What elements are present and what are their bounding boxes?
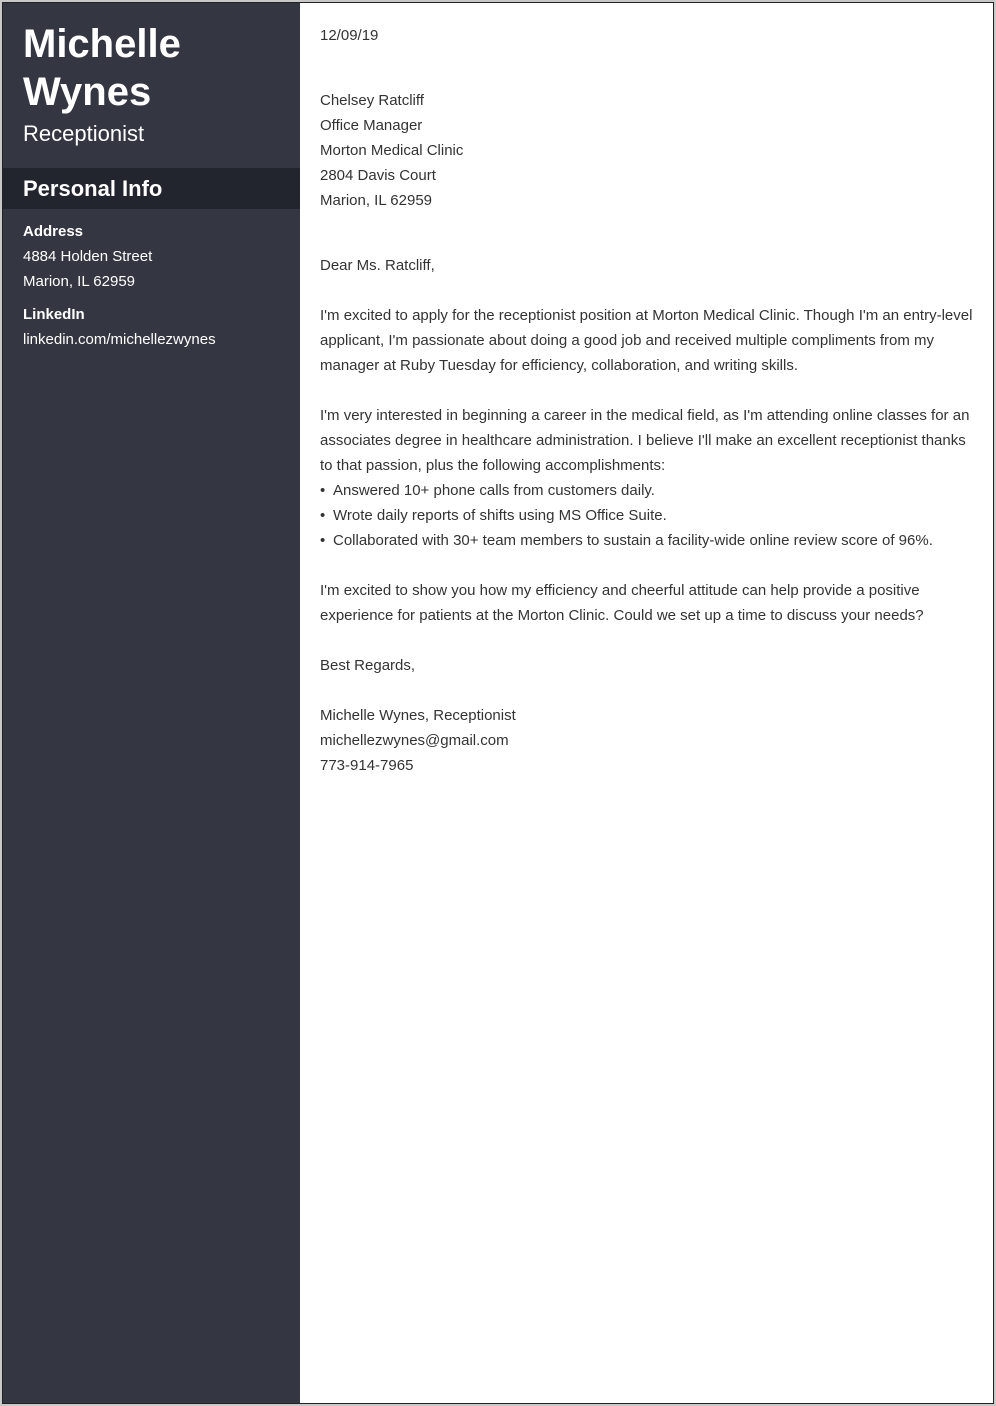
address-line-1: 4884 Holden Street (23, 248, 153, 265)
letter-content: 12/09/19 Chelsey Ratcliff Office Manager… (320, 23, 980, 778)
bullet-icon: • (320, 532, 326, 549)
paragraph-closing: I'm excited to show you how my efficienc… (320, 582, 924, 624)
recipient-city: Marion, IL 62959 (320, 192, 433, 209)
recipient-block: Chelsey Ratcliff Office Manager Morton M… (320, 88, 980, 213)
linkedin-group: LinkedIn linkedin.com/michellezwynes (23, 302, 288, 352)
cover-letter-page: Michelle Wynes Receptionist Personal Inf… (2, 2, 994, 1404)
bullet-text: Wrote daily reports of shifts using MS O… (333, 507, 667, 524)
applicant-job-title: Receptionist (23, 121, 145, 146)
personal-info-title: Personal Info (23, 176, 163, 201)
closing: Best Regards, (320, 657, 416, 674)
paragraph-interest: I'm very interested in beginning a caree… (320, 407, 970, 474)
recipient-name: Chelsey Ratcliff (320, 92, 424, 109)
personal-info: Address 4884 Holden Street Marion, IL 62… (23, 219, 288, 360)
sidebar: Michelle Wynes Receptionist Personal Inf… (3, 3, 300, 1403)
signature-email[interactable]: michellezwynes@gmail.com (320, 728, 980, 753)
signature-name: Michelle Wynes, Receptionist (320, 707, 516, 724)
address-line-2: Marion, IL 62959 (23, 273, 136, 290)
salutation: Dear Ms. Ratcliff, (320, 257, 435, 274)
signature-block: Michelle Wynes, Receptionist michellezwy… (320, 703, 980, 778)
signature-phone: 773-914-7965 (320, 757, 414, 774)
bullet-text: Collaborated with 30+ team members to su… (333, 532, 933, 549)
applicant-first-name: Michelle (23, 22, 181, 66)
linkedin-label: LinkedIn (23, 306, 85, 323)
address-group: Address 4884 Holden Street Marion, IL 62… (23, 219, 288, 294)
bullet-icon: • (320, 482, 326, 499)
applicant-name: Michelle Wynes (23, 20, 181, 116)
linkedin-link[interactable]: linkedin.com/michellezwynes (23, 327, 288, 352)
recipient-company: Morton Medical Clinic (320, 142, 464, 159)
letter-date: 12/09/19 (320, 27, 379, 44)
paragraph-intro: I'm excited to apply for the receptionis… (320, 307, 973, 374)
recipient-street: 2804 Davis Court (320, 167, 436, 184)
applicant-last-name: Wynes (23, 70, 152, 114)
bullet-item: • Collaborated with 30+ team members to … (320, 528, 980, 553)
bullet-item: • Answered 10+ phone calls from customer… (320, 478, 980, 503)
bullet-item: • Wrote daily reports of shifts using MS… (320, 503, 980, 528)
personal-info-header: Personal Info (3, 168, 300, 209)
letter-body: 12/09/19 Chelsey Ratcliff Office Manager… (300, 3, 993, 1403)
recipient-title: Office Manager (320, 117, 423, 134)
bullet-text: Answered 10+ phone calls from customers … (333, 482, 655, 499)
address-label: Address (23, 223, 84, 240)
bullet-icon: • (320, 507, 326, 524)
